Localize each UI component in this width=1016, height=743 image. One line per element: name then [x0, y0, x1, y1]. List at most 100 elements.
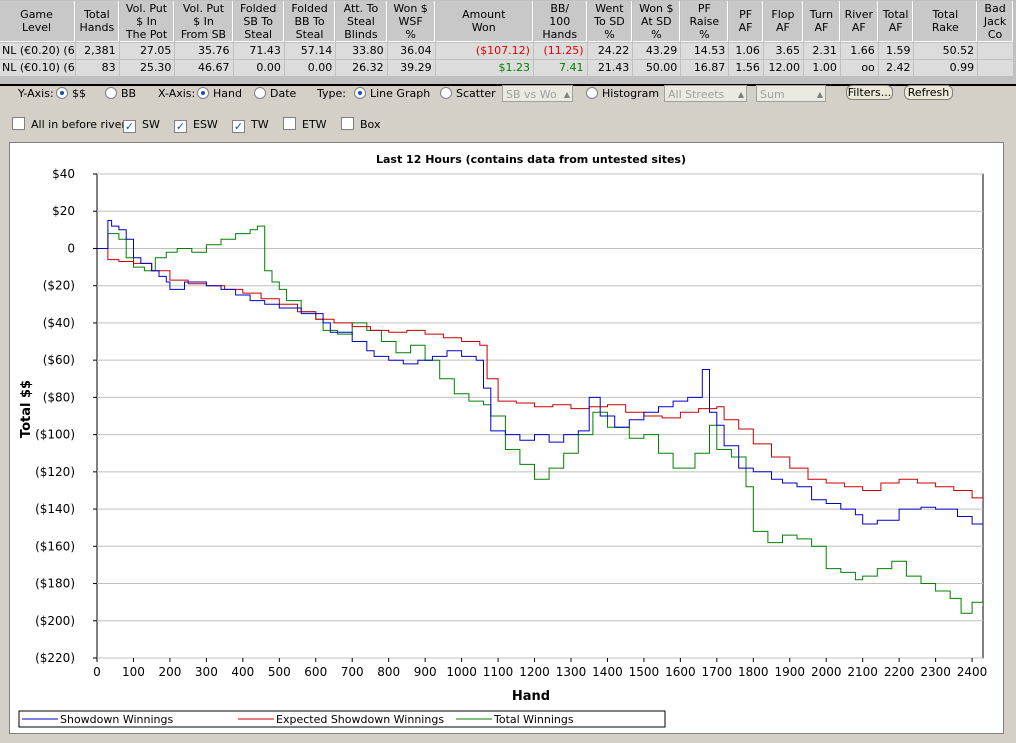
table-cell: 2.31 — [804, 43, 840, 59]
x-tick-label: 700 — [341, 665, 364, 679]
stats-header-cell[interactable]: PF AF — [729, 1, 763, 42]
table-cell: 1.06 — [729, 43, 763, 59]
x-tick-label: 2200 — [884, 665, 915, 679]
table-cell: 35.76 — [175, 43, 233, 59]
table-cell: 50.52 — [914, 43, 978, 59]
table-cell: 50.00 — [633, 60, 681, 76]
table-cell: 2,381 — [76, 43, 119, 59]
stats-table: Game Level Total Hands Vol. Put $ In The P… — [0, 0, 1014, 77]
stats-header-cell[interactable]: Won $ At SD % — [633, 1, 681, 42]
x-tick-label: 1900 — [774, 665, 805, 679]
yaxis-bb-radio[interactable]: BB — [105, 86, 136, 102]
histogram-radio[interactable]: Histogram — [586, 86, 659, 102]
x-tick-label: 1700 — [702, 665, 733, 679]
stats-header-cell[interactable]: River AF — [840, 1, 878, 42]
table-cell: 0.00 — [284, 60, 336, 76]
type-scatter-radio[interactable]: Scatter — [440, 86, 496, 102]
table-cell: $1.23 — [435, 60, 533, 76]
table-cell: 57.14 — [284, 43, 336, 59]
stats-header-cell[interactable]: Total Rake — [914, 1, 978, 42]
y-tick-label: $40 — [52, 167, 75, 181]
table-cell: 14.53 — [681, 43, 729, 59]
table-cell: 43.29 — [633, 43, 681, 59]
x-tick-label: 0 — [93, 665, 101, 679]
y-axis-ticks: $40 $20 0 ($20) ($40) ($60) ($80) ($100) ($120) (… — [35, 167, 97, 665]
all-in-before-river-checkbox[interactable]: All in before river — [12, 117, 126, 133]
xaxis-date-radio[interactable]: Date — [254, 86, 296, 102]
table-cell: 0.99 — [914, 60, 978, 76]
stats-header-cell[interactable]: Turn AF — [804, 1, 840, 42]
y-tick-label: ($120) — [35, 465, 75, 479]
stats-header-cell[interactable]: Vol. Put $ In The Pot — [119, 1, 175, 42]
stats-header-cell[interactable]: Game Level — [0, 1, 76, 42]
xaxis-hand-radio[interactable]: Hand — [197, 86, 242, 102]
legend-entry: Total Winnings — [493, 713, 574, 726]
plot-area — [96, 173, 984, 659]
x-tick-label: 2300 — [920, 665, 951, 679]
sum-select[interactable]: Sum ▲ — [756, 85, 826, 102]
checkbox-icon — [12, 117, 25, 130]
radio-icon — [440, 87, 452, 99]
chart-panel: Last 12 Hours (contains data from untest… — [9, 142, 1004, 734]
stats-header-cell[interactable]: Bad Jack Co — [978, 1, 1013, 42]
y-tick-label: ($180) — [35, 577, 75, 591]
filters-button[interactable]: Filters... — [846, 85, 893, 100]
table-cell: 2.42 — [878, 60, 914, 76]
table-cell: 83 — [76, 60, 119, 76]
table-cell: 24.22 — [587, 43, 633, 59]
stats-header-cell[interactable]: Folded BB To Steal — [284, 1, 336, 42]
esw-checkbox[interactable]: ✓ ESW — [174, 117, 218, 133]
checkmark-icon: ✓ — [232, 120, 245, 133]
table-row[interactable]: NL (€0.10) (6 ma8325.3046.670.000.0026.3… — [0, 60, 1013, 76]
chart-grid — [96, 173, 984, 659]
table-cell: 39.29 — [387, 60, 435, 76]
y-tick-label: ($200) — [35, 614, 75, 628]
x-tick-label: 2000 — [811, 665, 842, 679]
x-tick-label: 400 — [231, 665, 254, 679]
stats-header-cell[interactable]: Flop AF — [763, 1, 804, 42]
tw-checkbox[interactable]: ✓ TW — [232, 117, 269, 133]
x-tick-label: 1000 — [446, 665, 477, 679]
stats-header-cell[interactable]: BB/ 100 Hands — [533, 1, 587, 42]
radio-selected-icon — [197, 87, 209, 99]
y-tick-label: ($20) — [43, 279, 75, 293]
y-tick-label: ($220) — [35, 651, 75, 665]
table-cell: 12.00 — [763, 60, 804, 76]
stats-header-cell[interactable]: Att. To Steal Blinds — [336, 1, 387, 42]
yaxis-dollar-radio[interactable]: $$ — [56, 86, 86, 102]
etw-checkbox[interactable]: ETW — [283, 117, 327, 133]
sw-checkbox[interactable]: ✓ SW — [123, 117, 160, 133]
streets-select[interactable]: All Streets ▲ — [664, 85, 747, 102]
refresh-button[interactable]: Refresh — [904, 85, 953, 100]
type-line-graph-radio[interactable]: Line Graph — [354, 86, 430, 102]
radio-icon — [254, 87, 266, 99]
table-cell: 7.41 — [533, 60, 587, 76]
radio-icon — [586, 87, 598, 99]
y-axis-label: Total $$ — [19, 380, 34, 438]
scatter-select[interactable]: SB vs Wo ▲ — [502, 85, 573, 102]
x-tick-label: 2400 — [957, 665, 988, 679]
stats-header-cell[interactable]: Won $ WSF % — [387, 1, 435, 42]
x-tick-label: 1200 — [519, 665, 550, 679]
table-cell: 16.87 — [681, 60, 729, 76]
x-tick-label: 1800 — [738, 665, 769, 679]
y-tick-label: $20 — [52, 204, 75, 218]
table-cell: 25.30 — [119, 60, 175, 76]
radio-selected-icon — [354, 87, 366, 99]
x-tick-label: 1300 — [556, 665, 587, 679]
table-row[interactable]: NL (€0.20) (6 ma2,38127.0535.7671.4357.1… — [0, 43, 1013, 59]
stats-header-cell[interactable]: Total AF — [878, 1, 914, 42]
stats-header-cell[interactable]: Total Hands — [76, 1, 119, 42]
table-cell: 33.80 — [336, 43, 387, 59]
x-axis-label: Hand — [512, 689, 550, 704]
stats-header-cell[interactable]: Went To SD % — [587, 1, 633, 42]
stats-header-cell[interactable]: Amount Won — [435, 1, 533, 42]
y-tick-label: 0 — [67, 241, 75, 255]
box-checkbox[interactable]: Box — [341, 117, 380, 133]
x-tick-label: 500 — [268, 665, 291, 679]
chart-legend: Showdown Winnings Expected Showdown Winni… — [18, 710, 666, 728]
stats-header-cell[interactable]: Folded SB To Steal — [233, 1, 284, 42]
stats-header-cell[interactable]: Vol. Put $ In From SB — [175, 1, 233, 42]
table-cell: 1.59 — [878, 43, 914, 59]
stats-header-cell[interactable]: PF Raise % — [681, 1, 729, 42]
